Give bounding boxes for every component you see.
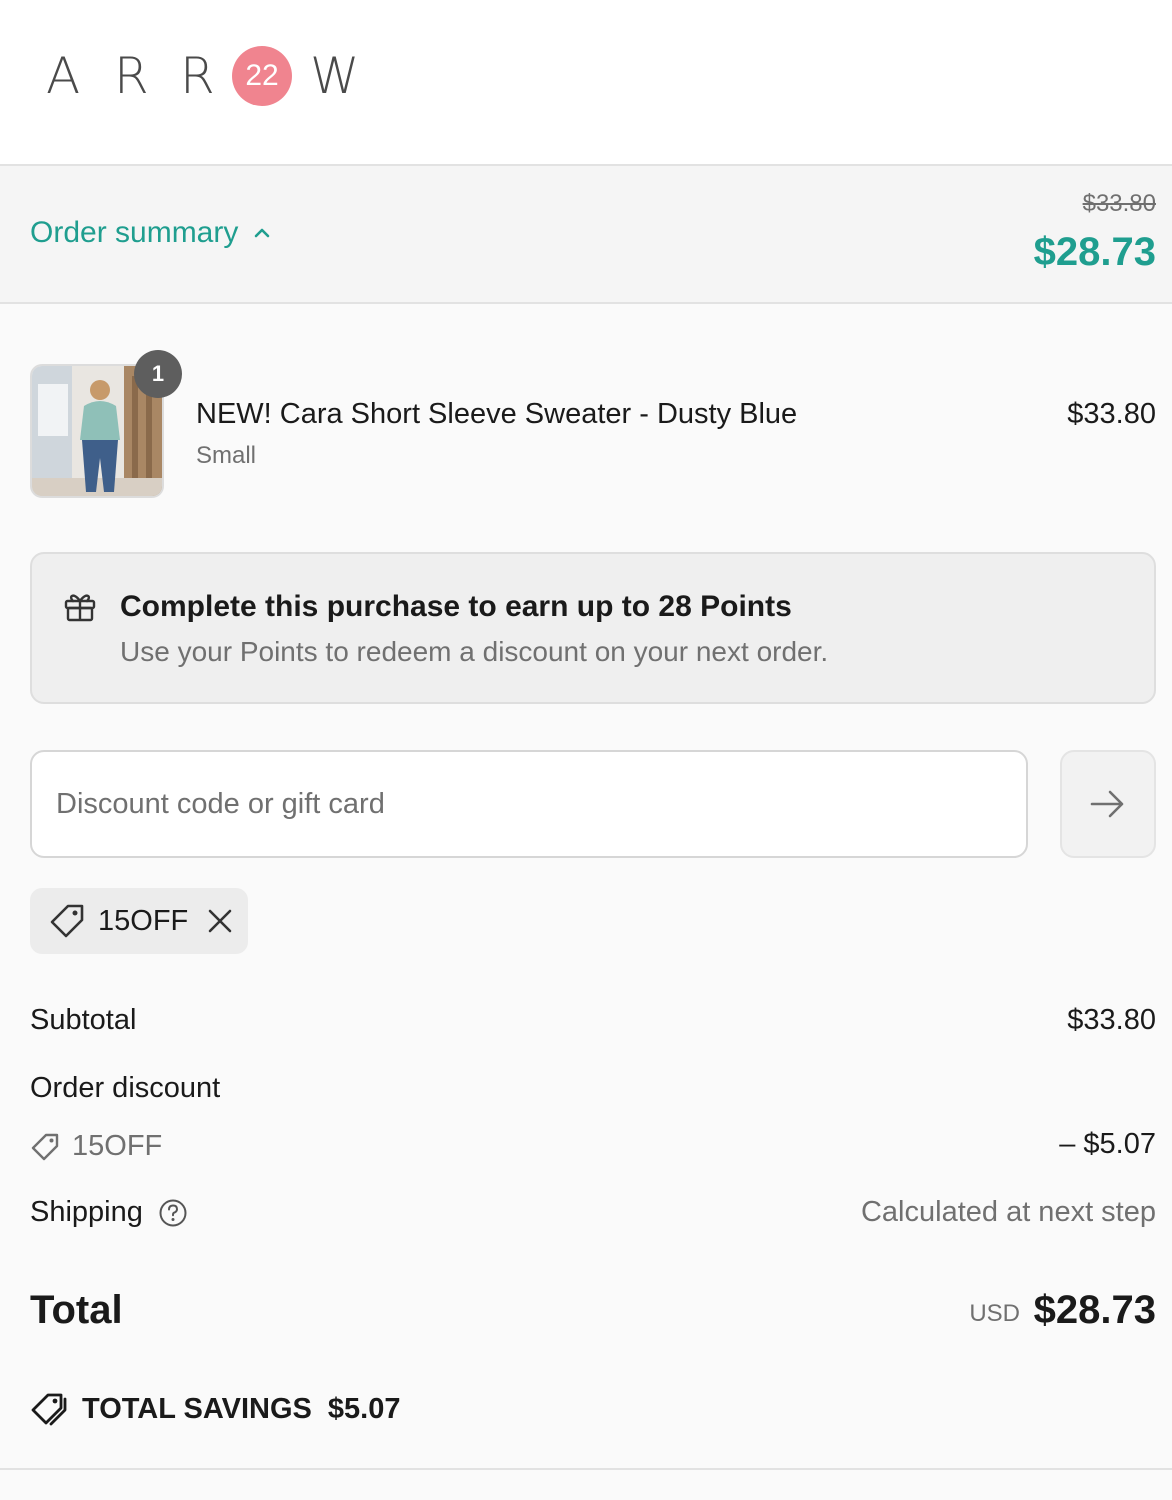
divider	[0, 1468, 1172, 1470]
help-icon[interactable]	[158, 1198, 188, 1228]
logo-letter: W	[310, 47, 360, 105]
brand-logo[interactable]: A R R 22 W	[46, 46, 359, 106]
total-savings-value: $5.07	[327, 1392, 401, 1425]
order-discount-label: Order discount	[30, 1072, 221, 1104]
subtotal-value: $33.80	[1067, 1004, 1156, 1036]
applied-code-chip: 15OFF	[30, 888, 248, 954]
original-total: $33.80	[1082, 190, 1156, 217]
tag-icon	[31, 1133, 59, 1160]
product-price: $33.80	[1067, 398, 1156, 430]
points-subtitle: Use your Points to redeem a discount on …	[120, 636, 829, 667]
tag-icon	[50, 904, 84, 938]
chevron-up-icon	[255, 228, 270, 238]
product-thumbnail-wrap: 1	[30, 350, 182, 498]
points-banner	[30, 552, 1156, 704]
order-discount-value: – $5.07	[1059, 1128, 1156, 1160]
applied-code: 15OFF	[98, 904, 189, 937]
quantity-badge: 1	[134, 350, 182, 398]
shipping-value: Calculated at next step	[860, 1196, 1156, 1228]
order-summary-toggle[interactable]: Order summary	[30, 216, 270, 250]
logo-badge: 22	[232, 46, 292, 106]
remove-code-icon[interactable]	[206, 907, 234, 935]
product-name: NEW! Cara Short Sleeve Sweater - Dusty B…	[196, 398, 798, 430]
apply-discount-button[interactable]	[1060, 750, 1156, 858]
currency-code: USD	[969, 1300, 1020, 1327]
product-variant: Small	[196, 442, 257, 469]
logo-letter: A	[46, 47, 81, 105]
order-discount-code: 15OFF	[30, 1130, 162, 1163]
points-title: Complete this purchase to earn up to 28 …	[120, 590, 792, 623]
total-savings: TOTAL SAVINGS $5.07	[30, 1390, 400, 1428]
arrow-right-icon	[1090, 790, 1124, 818]
order-summary-label: Order summary	[30, 216, 239, 249]
discount-code-input[interactable]	[30, 750, 1028, 858]
total-savings-label: TOTAL SAVINGS	[82, 1392, 312, 1425]
logo-letter: R	[114, 47, 149, 105]
header: A R R 22 W	[0, 0, 1172, 166]
gift-icon	[64, 594, 96, 622]
order-discount-code-text: 15OFF	[72, 1130, 163, 1162]
discounted-total: $28.73	[1033, 230, 1156, 274]
logo-letter: R	[180, 47, 215, 105]
total-value: $28.73	[1033, 1288, 1156, 1332]
shipping-label: Shipping	[30, 1196, 143, 1228]
subtotal-label: Subtotal	[30, 1004, 137, 1036]
tags-icon	[31, 1393, 67, 1426]
total-label: Total	[30, 1288, 123, 1332]
